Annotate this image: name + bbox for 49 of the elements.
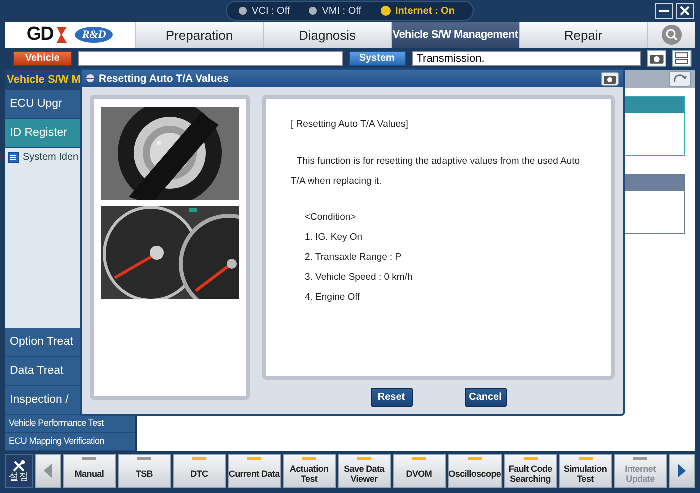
reset-button[interactable]: Reset [370, 388, 412, 406]
sidebar-item[interactable]: ECU Mapping Verification [5, 433, 135, 451]
right-arrow-icon [676, 463, 687, 479]
condition-text: 2. Transaxle Range : P [304, 251, 403, 265]
vehicle-button[interactable]: Vehicle [13, 51, 72, 66]
tab[interactable]: Diagnosis [263, 22, 391, 48]
cancel-button[interactable]: Cancel [464, 388, 506, 406]
toolbar-button[interactable]: TSB [118, 454, 171, 488]
status-label: Internet : On [396, 6, 455, 16]
toolbar-button[interactable]: Current Data [228, 454, 281, 488]
toolbar-button[interactable]: Oscilloscope [448, 454, 502, 488]
status-label: VMI : Off [322, 6, 362, 16]
tab[interactable]: Preparation [135, 22, 263, 48]
condition-text: <Condition> [304, 211, 358, 225]
layout-icon[interactable] [672, 50, 692, 67]
settings-button[interactable]: 설정 [5, 454, 33, 488]
logo-text: GD [26, 24, 54, 46]
description-text: This function is for resetting the adaptive values from the used Auto T/A when replacing it. [291, 155, 582, 189]
toolbar-button[interactable]: Manual [63, 454, 116, 488]
toolbar-button[interactable]: Simulation Test [559, 454, 612, 488]
condition-text: 4. Engine Off [304, 291, 362, 305]
toolbar-button[interactable]: Save Data Viewer [338, 454, 391, 488]
toolbar-button[interactable]: Actuation Test [282, 454, 336, 488]
camera-icon[interactable] [601, 72, 619, 86]
logo-mark-icon [55, 25, 70, 45]
dialog-heading: [ Resetting Auto T/A Values] [291, 119, 410, 130]
list-icon [8, 152, 19, 163]
retry-icon[interactable] [669, 71, 691, 87]
tab[interactable]: Repair [519, 22, 647, 48]
status-label: VCI : Off [252, 6, 290, 16]
condition-text: 3. Vehicle Speed : 0 km/h [304, 271, 414, 285]
system-button[interactable]: System [348, 51, 406, 66]
title-bullet-icon [86, 74, 95, 83]
toolbar-button[interactable]: DTC [172, 454, 226, 488]
tools-icon [12, 460, 26, 472]
tab[interactable]: Vehicle S/W Management [391, 22, 519, 48]
camera-icon[interactable] [646, 50, 666, 67]
left-arrow-icon [43, 463, 53, 479]
close-icon[interactable] [676, 3, 694, 19]
scroll-left-button[interactable] [35, 454, 61, 488]
vehicle-field[interactable] [78, 51, 343, 66]
toolbar-button[interactable]: DVOM [392, 454, 446, 488]
scroll-right-button[interactable] [668, 454, 695, 488]
minimize-icon[interactable] [655, 3, 673, 19]
condition-text: 1. IG. Key On [304, 231, 364, 245]
system-field[interactable]: Transmission. [412, 51, 641, 66]
toolbar-button[interactable]: Fault Code Searching [504, 454, 558, 488]
sidebar-item[interactable]: Vehicle Performance Test [5, 415, 135, 433]
logo-badge: R&D [75, 27, 114, 43]
